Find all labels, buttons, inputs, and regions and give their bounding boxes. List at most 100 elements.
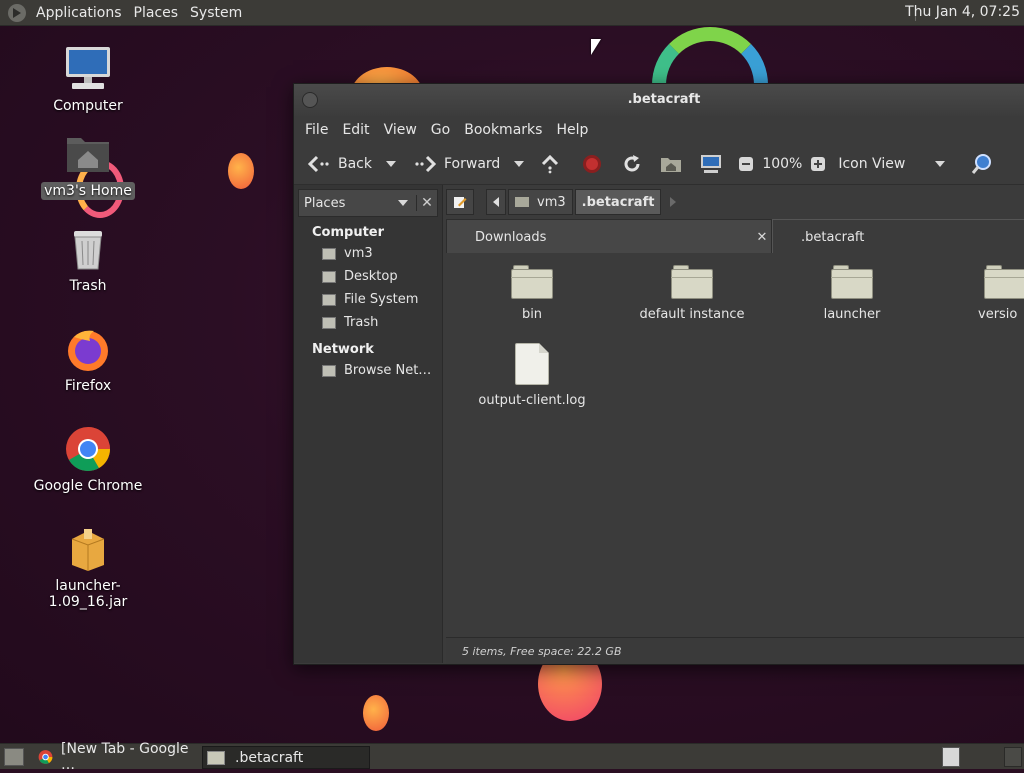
file-label: default instance [639, 307, 745, 322]
network-icon [322, 364, 336, 377]
file-item-output-client-log[interactable]: output-client.log [462, 343, 602, 408]
status-bar: 5 items, Free space: 22.2 GB [446, 637, 1024, 664]
drive-icon [322, 293, 336, 306]
breadcrumb-segment-betacraft[interactable]: .betacraft [574, 189, 662, 215]
chevron-left-icon [493, 197, 499, 207]
taskbar-item-chrome[interactable]: [New Tab - Google … [34, 741, 198, 773]
sidebar-item-vm3[interactable]: vm3 [294, 242, 442, 265]
sidebar: Places ✕ Computer vm3 Desktop File Syste… [294, 185, 443, 663]
up-button[interactable] [534, 148, 566, 180]
menu-places[interactable]: Places [128, 5, 185, 21]
applications-logo-icon[interactable] [8, 3, 26, 22]
file-item-default-instance[interactable]: default instance [622, 265, 762, 322]
menu-system[interactable]: System [184, 5, 248, 21]
tab-downloads[interactable]: Downloads ✕ [446, 219, 772, 255]
sidebar-item-trash[interactable]: Trash [294, 311, 442, 334]
taskbar-item-betacraft[interactable]: .betacraft [202, 746, 370, 769]
toggle-location-entry-button[interactable] [446, 189, 474, 215]
breadcrumb: vm3 .betacraft [446, 185, 1024, 219]
sidebar-heading-network: Network [312, 342, 374, 357]
computer-button[interactable] [694, 148, 728, 180]
desktop-icon-label: vm3's Home [41, 182, 135, 200]
search-button[interactable] [965, 148, 999, 180]
bottom-panel: [New Tab - Google … .betacraft [0, 741, 1024, 773]
home-folder-icon [322, 247, 336, 260]
sidebar-item-label: Desktop [344, 269, 398, 284]
forward-history-chevron-down-icon[interactable] [514, 161, 525, 167]
sidebar-item-browse-network[interactable]: Browse Net… [294, 359, 442, 382]
desktop-icon-label: Google Chrome [33, 478, 143, 494]
computer-icon [701, 155, 722, 173]
close-tab-icon[interactable]: ✕ [753, 230, 771, 245]
breadcrumb-scroll-right-button[interactable] [663, 189, 683, 215]
computer-icon [64, 45, 112, 93]
file-item-versions[interactable]: versio [942, 265, 1024, 322]
jar-package-icon [64, 525, 112, 573]
home-folder-icon [661, 158, 682, 172]
firefox-icon [64, 325, 112, 373]
trash-applet[interactable] [1004, 747, 1022, 767]
trash-icon [322, 316, 336, 329]
sidebar-selector[interactable]: Places ✕ [298, 189, 438, 217]
clock[interactable]: Thu Jan 4, 07:25 [905, 4, 1020, 20]
text-file-icon [515, 343, 549, 385]
chevron-right-icon [670, 197, 677, 207]
reload-button[interactable] [616, 148, 648, 180]
stop-icon [583, 155, 602, 173]
forward-arrow-icon [415, 155, 436, 173]
menu-applications[interactable]: Applications [30, 5, 128, 21]
desktop-icon-label: Firefox [64, 378, 112, 394]
back-button[interactable]: Back [302, 148, 402, 180]
menu-edit[interactable]: Edit [335, 122, 376, 138]
stop-button[interactable] [576, 148, 608, 180]
zoom-out-icon [739, 157, 754, 171]
folder-icon [831, 265, 873, 299]
taskbar-item-label: .betacraft [235, 749, 304, 766]
window-titlebar[interactable]: .betacraft [294, 84, 1024, 116]
top-panel: Applications Places System Thu Jan 4, 07… [0, 0, 1024, 26]
desktop-icon-firefox[interactable]: Firefox [23, 325, 153, 395]
menu-help[interactable]: Help [549, 122, 595, 138]
zoom-in-button[interactable] [804, 148, 832, 180]
desktop-icon-home[interactable]: vm3's Home [23, 130, 153, 200]
menu-bookmarks[interactable]: Bookmarks [457, 122, 549, 138]
breadcrumb-label: .betacraft [581, 194, 655, 210]
file-icon-view[interactable]: bin default instance launcher versio out… [446, 253, 1024, 637]
file-manager-window: .betacraft File Edit View Go Bookmarks H… [293, 83, 1024, 665]
desktop-icon-label: launcher-1.09_16.jar [48, 578, 128, 610]
file-item-bin[interactable]: bin [462, 265, 602, 322]
zoom-out-button[interactable] [732, 148, 760, 180]
breadcrumb-segment-vm3[interactable]: vm3 [508, 189, 573, 215]
desktop-icon-trash[interactable]: Trash [23, 225, 153, 295]
file-item-launcher[interactable]: launcher [782, 265, 922, 322]
decorative-blob-small [228, 153, 254, 189]
view-mode-select[interactable]: Icon View [832, 148, 951, 180]
show-desktop-button[interactable] [4, 748, 24, 766]
tab-label: .betacraft [801, 229, 865, 245]
desktop-icon-chrome[interactable]: Google Chrome [23, 425, 153, 495]
home-folder-icon [64, 130, 112, 178]
back-history-chevron-down-icon[interactable] [386, 161, 396, 167]
breadcrumb-scroll-left-button[interactable] [486, 189, 506, 215]
up-arrow-icon [542, 154, 559, 174]
tab-betacraft[interactable]: .betacraft [772, 219, 1024, 254]
sidebar-selector-label: Places [304, 195, 346, 211]
menu-go[interactable]: Go [424, 122, 457, 138]
close-sidebar-icon[interactable]: ✕ [416, 195, 437, 211]
sidebar-item-desktop[interactable]: Desktop [294, 265, 442, 288]
sidebar-item-file-system[interactable]: File System [294, 288, 442, 311]
forward-label: Forward [444, 156, 501, 172]
workspace-switcher[interactable] [942, 747, 960, 767]
back-label: Back [338, 156, 372, 172]
menu-view[interactable]: View [377, 122, 424, 138]
desktop-icon-launcher-jar[interactable]: launcher-1.09_16.jar [23, 525, 153, 611]
forward-button[interactable]: Forward [408, 148, 530, 180]
zoom-in-icon [811, 157, 826, 171]
home-button[interactable] [654, 148, 688, 180]
back-arrow-icon [308, 155, 329, 173]
tab-label: Downloads [475, 229, 547, 245]
menu-file[interactable]: File [298, 122, 335, 138]
decorative-blob-bottom-small [363, 695, 389, 731]
desktop-icon-computer[interactable]: Computer [23, 45, 153, 115]
trash-icon [64, 225, 112, 273]
